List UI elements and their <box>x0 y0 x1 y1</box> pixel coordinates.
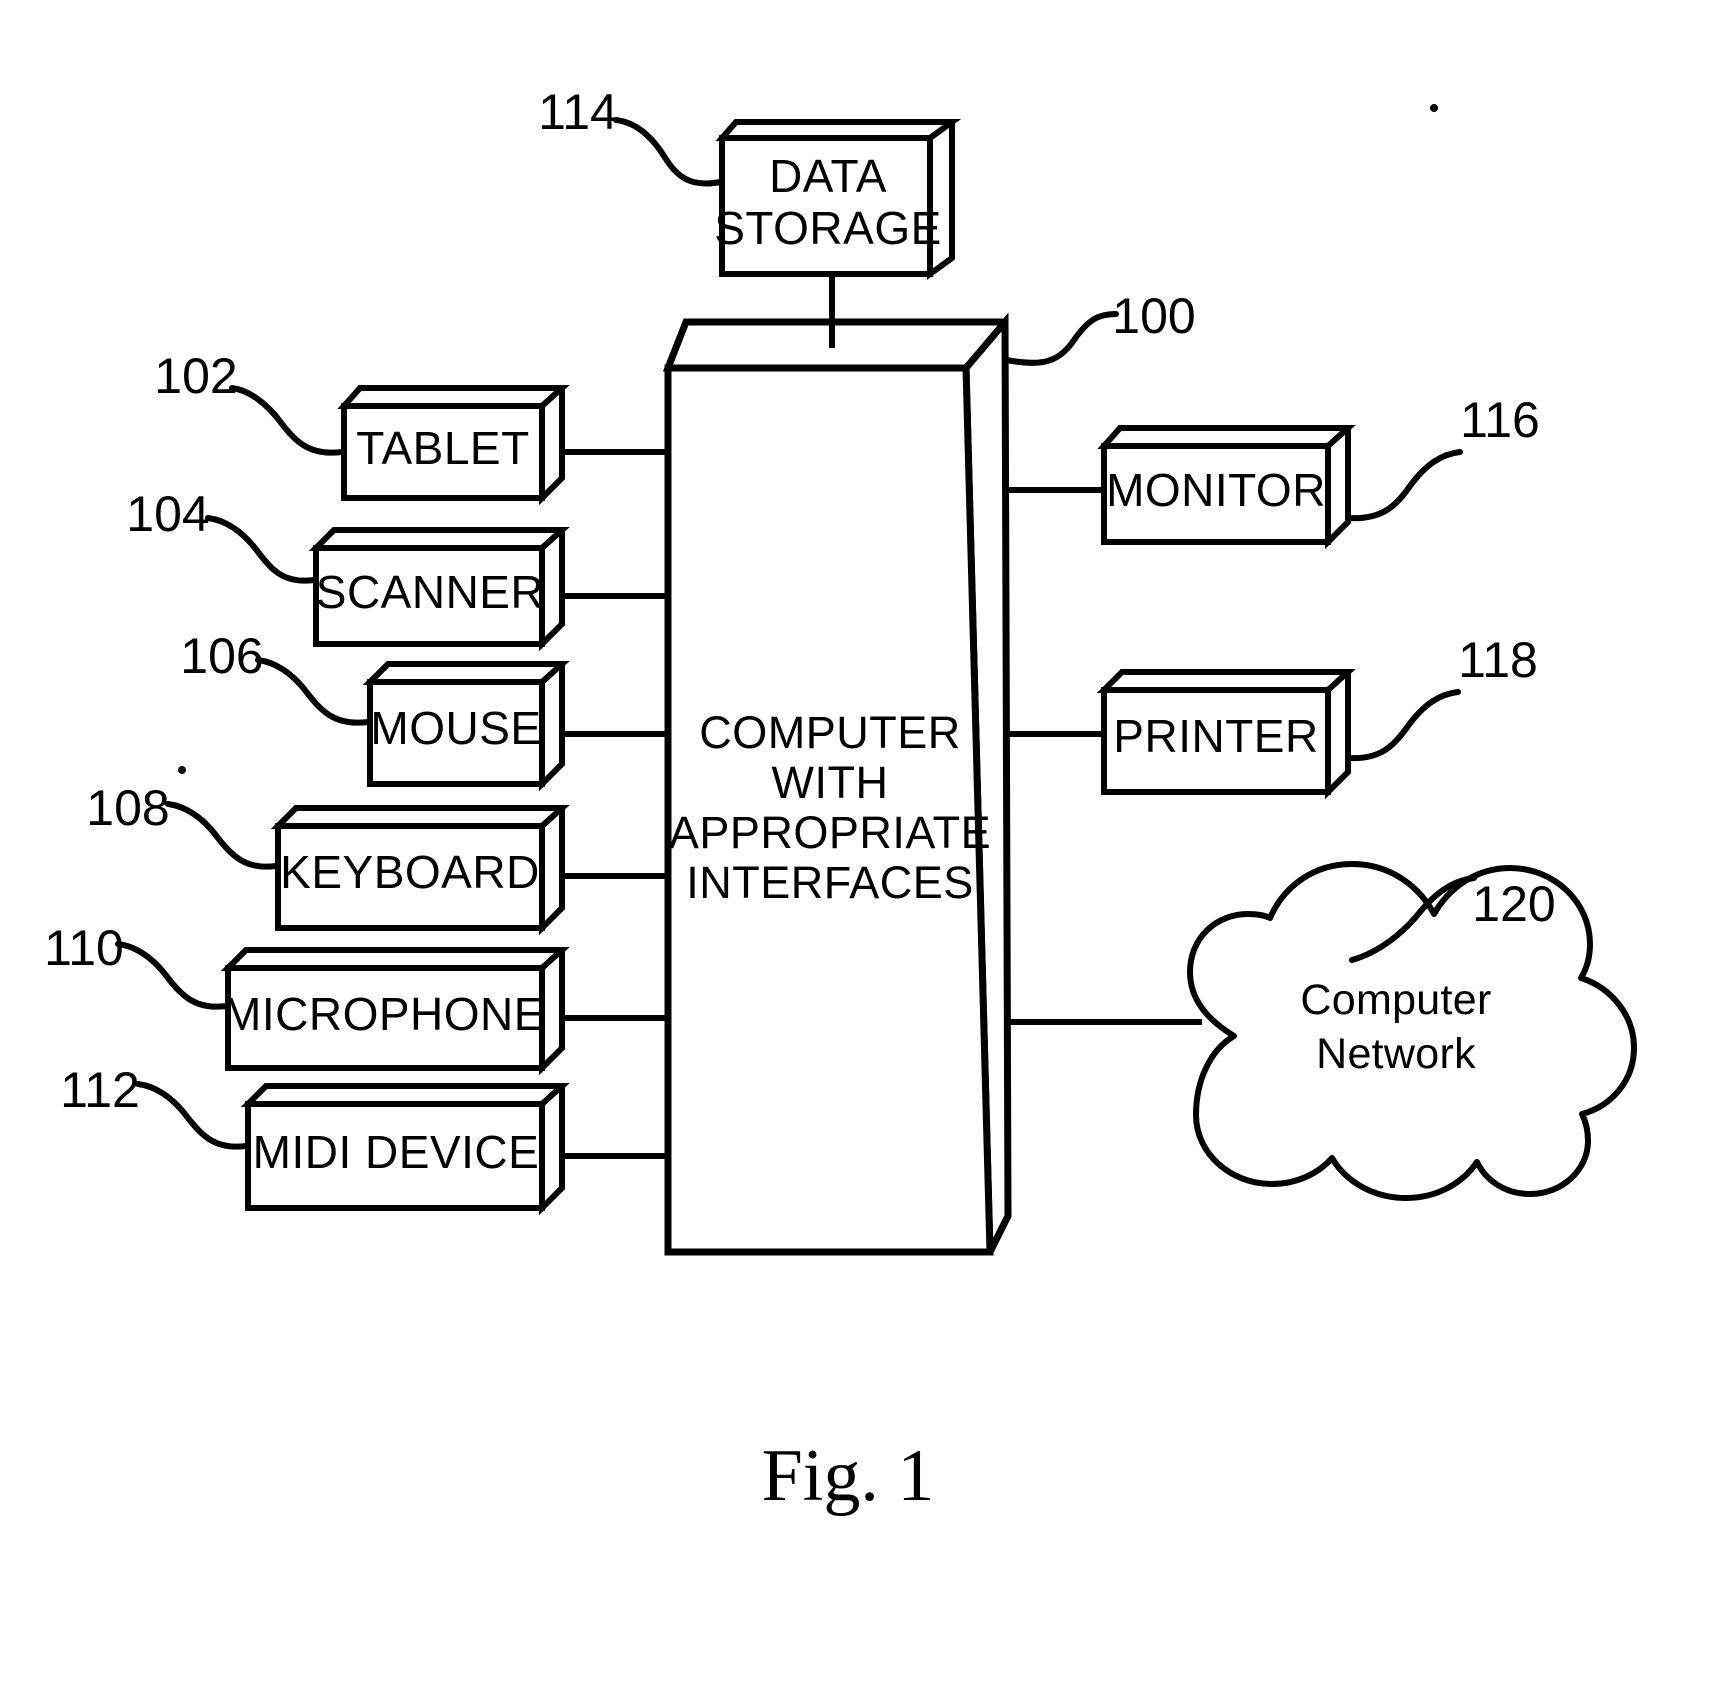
ref-number-100: 100 <box>1112 288 1195 344</box>
microphone-top-bevel <box>220 947 570 971</box>
print-speck <box>1430 104 1438 112</box>
ref-number-104: 104 <box>126 486 209 542</box>
microphone-label: MICROPHONE <box>223 988 545 1040</box>
tablet-node[interactable]: TABLET <box>337 385 570 506</box>
patent-figure-page: COMPUTER WITH APPROPRIATE INTERFACES 100… <box>0 0 1732 1706</box>
monitor-node[interactable]: MONITOR <box>1097 425 1356 550</box>
leader-line-116 <box>1345 449 1463 522</box>
mouse-node[interactable]: MOUSE <box>362 661 570 792</box>
ref-number-110: 110 <box>44 920 124 976</box>
monitor-label: MONITOR <box>1106 464 1326 516</box>
computer-label-line-1: COMPUTER <box>699 707 961 758</box>
leader-line-118 <box>1345 689 1461 762</box>
central-computer-node[interactable]: COMPUTER WITH APPROPRIATE INTERFACES <box>662 312 1012 1256</box>
scanner-top-bevel <box>308 527 570 551</box>
mouse-label: MOUSE <box>370 702 541 754</box>
network-label-line-1: Computer <box>1300 976 1491 1024</box>
tablet-top-bevel <box>337 385 570 409</box>
computer-label-line-4: INTERFACES <box>686 857 974 908</box>
printer-top-bevel <box>1096 669 1356 693</box>
ref-number-112: 112 <box>60 1062 140 1118</box>
monitor-top-bevel <box>1097 425 1356 449</box>
printer-node[interactable]: PRINTER <box>1096 669 1356 800</box>
midi-device-label: MIDI DEVICE <box>253 1126 540 1178</box>
leader-line-110 <box>115 941 229 1010</box>
leader-line-104 <box>205 515 317 584</box>
keyboard-node[interactable]: KEYBOARD <box>270 805 570 936</box>
print-speck <box>178 766 186 774</box>
midi-device-node[interactable]: MIDI DEVICE <box>240 1083 570 1216</box>
ref-number-116: 116 <box>1460 392 1540 448</box>
ref-number-114: 114 <box>538 84 618 140</box>
data-storage-label-line-2: STORAGE <box>714 202 942 254</box>
leader-line-114 <box>613 117 723 187</box>
ref-number-106: 106 <box>180 628 263 684</box>
leader-line-106 <box>255 657 371 726</box>
printer-label: PRINTER <box>1113 710 1318 762</box>
ref-number-120: 120 <box>1472 876 1555 932</box>
data-storage-label-line-1: DATA <box>769 150 887 202</box>
data-storage-top-bevel <box>715 119 962 141</box>
computer-network-node[interactable]: Computer Network <box>1187 861 1637 1201</box>
computer-label-line-2: WITH <box>772 757 889 808</box>
figure-caption: Fig. 1 <box>762 1435 935 1517</box>
ref-number-118: 118 <box>1458 632 1538 688</box>
computer-top-lid <box>662 318 1009 372</box>
figure-1-diagram: COMPUTER WITH APPROPRIATE INTERFACES 100… <box>44 84 1637 1517</box>
network-label-line-2: Network <box>1316 1030 1476 1078</box>
leader-line-112 <box>135 1081 249 1150</box>
keyboard-top-bevel <box>270 805 570 829</box>
microphone-node[interactable]: MICROPHONE <box>220 947 570 1076</box>
ref-number-108: 108 <box>86 780 169 836</box>
leader-line-102 <box>229 385 345 456</box>
computer-label-line-3: APPROPRIATE <box>669 807 991 858</box>
data-storage-node[interactable]: DATA STORAGE <box>714 119 962 280</box>
midi-device-top-bevel <box>240 1083 570 1107</box>
keyboard-label: KEYBOARD <box>280 846 540 898</box>
scanner-label: SCANNER <box>316 566 544 618</box>
mouse-top-bevel <box>362 661 570 685</box>
ref-number-102: 102 <box>154 348 237 404</box>
leader-line-108 <box>165 801 279 870</box>
scanner-node[interactable]: SCANNER <box>308 527 570 652</box>
leader-line-100 <box>1003 311 1119 366</box>
tablet-label: TABLET <box>356 422 529 474</box>
